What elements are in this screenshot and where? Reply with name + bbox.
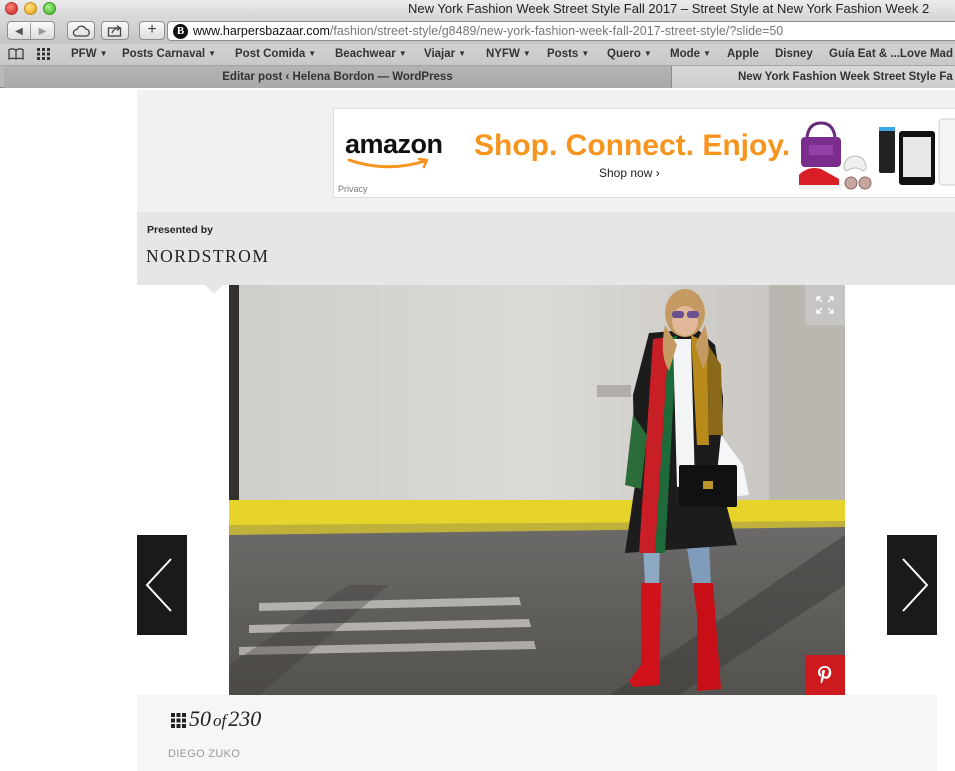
chevron-down-icon: ▼	[703, 49, 711, 58]
chevron-down-icon: ▼	[643, 49, 652, 58]
back-arrow-icon[interactable]: ◀	[8, 23, 31, 40]
chevron-down-icon: ▼	[522, 49, 531, 58]
bookmark-folder-viajar[interactable]: Viajar ▼	[424, 48, 466, 60]
ad-headline: Shop. Connect. Enjoy.	[474, 129, 791, 162]
bookmark-folder-quero[interactable]: Quero ▼	[607, 48, 652, 60]
pin-it-button[interactable]	[805, 655, 845, 695]
bookmark-folder-nyfw[interactable]: NYFW ▼	[486, 48, 531, 60]
forward-arrow-icon[interactable]: ▶	[31, 23, 54, 40]
slide-caption: 50 of230 DIEGO ZUKO	[137, 695, 937, 771]
presented-by-banner: Presented by NORDSTROM	[137, 212, 955, 294]
site-favicon: B	[173, 24, 188, 39]
zoom-window-button[interactable]	[43, 2, 56, 15]
chevron-down-icon: ▼	[308, 49, 317, 58]
tab-bar: Editar post ‹ Helena Bordon — WordPress …	[0, 66, 955, 88]
bookmark-label: Mode	[670, 48, 701, 60]
amazon-banner-ad[interactable]: amazon Privacy Shop. Connect. Enjoy. Sho…	[333, 108, 955, 198]
bookmark-folder-post-comida[interactable]: Post Comida ▼	[235, 48, 316, 60]
slide-photo[interactable]	[229, 285, 845, 695]
bookmark-label: Quero	[607, 48, 641, 60]
chevron-left-icon	[145, 558, 172, 612]
bookmark-folder-posts[interactable]: Posts ▼	[547, 48, 589, 60]
banner-notch	[205, 285, 223, 294]
slide-counter: 50 of230	[189, 706, 261, 732]
cloud-icon	[72, 25, 90, 37]
back-forward-group: ◀ ▶	[7, 21, 55, 40]
chevron-down-icon: ▼	[581, 49, 590, 58]
bookmark-label: Viajar	[424, 48, 456, 60]
bookmark-guia-eat-love-mad[interactable]: Guía Eat & ...Love Mad	[829, 48, 953, 60]
chevron-down-icon: ▼	[208, 49, 217, 58]
reading-list-icon[interactable]	[8, 48, 24, 63]
minimize-window-button[interactable]	[24, 2, 37, 15]
bookmark-label: PFW	[71, 48, 97, 60]
share-icon	[107, 25, 122, 37]
sponsor-logo[interactable]: NORDSTROM	[146, 246, 269, 267]
bookmarks-bar: PFW ▼ Posts Carnaval ▼ Post Comida ▼ Beachw…	[0, 44, 955, 66]
bookmark-label: Post Comida	[235, 48, 306, 60]
url-text[interactable]: www.harpersbazaar.com/fashion/street-sty…	[193, 24, 783, 38]
url-domain: www.harpersbazaar.com	[193, 24, 330, 38]
bookmark-apple[interactable]: Apple	[727, 48, 759, 60]
tab-harpers-bazaar[interactable]: New York Fashion Week Street Style Fa	[672, 66, 955, 88]
ad-shop-now-link[interactable]: Shop now ›	[599, 166, 660, 180]
bookmark-folder-mode[interactable]: Mode ▼	[670, 48, 711, 60]
chevron-down-icon: ▼	[458, 49, 467, 58]
address-bar[interactable]: B www.harpersbazaar.com/fashion/street-s…	[167, 21, 955, 41]
ad-privacy-link[interactable]: Privacy	[338, 184, 368, 194]
tab-wordpress-editor[interactable]: Editar post ‹ Helena Bordon — WordPress	[4, 66, 672, 88]
close-window-button[interactable]	[5, 2, 18, 15]
photo-credit: DIEGO ZUKO	[168, 748, 241, 760]
chevron-down-icon: ▼	[398, 49, 407, 58]
previous-slide-button[interactable]	[137, 535, 187, 635]
ad-products-image	[799, 118, 955, 190]
window-titlebar: New York Fashion Week Street Style Fall …	[0, 0, 955, 18]
slide-current: 50	[189, 706, 211, 731]
chevron-down-icon: ▼	[99, 49, 108, 58]
top-sites-grid-icon[interactable]	[37, 48, 51, 63]
bookmark-folder-posts-carnaval[interactable]: Posts Carnaval ▼	[122, 48, 216, 60]
bookmark-label: Posts	[547, 48, 579, 60]
bookmark-folder-beachwear[interactable]: Beachwear ▼	[335, 48, 407, 60]
bookmark-label: Posts Carnaval	[122, 48, 206, 60]
amazon-smile-icon	[347, 157, 429, 169]
url-path: /fashion/street-style/g8489/new-york-fas…	[329, 24, 784, 38]
amazon-logo: amazon	[345, 129, 443, 159]
bookmark-label: Beachwear	[335, 48, 396, 60]
window-title: New York Fashion Week Street Style Fall …	[408, 1, 930, 16]
bookmark-folder-pfw[interactable]: PFW ▼	[71, 48, 107, 60]
slide-total: 230	[228, 706, 262, 731]
bookmark-disney[interactable]: Disney	[775, 48, 813, 60]
share-button[interactable]	[101, 21, 129, 40]
expand-icon	[816, 296, 834, 314]
next-slide-button[interactable]	[887, 535, 937, 635]
bookmark-label: NYFW	[486, 48, 520, 60]
chevron-right-icon	[902, 558, 929, 612]
pinterest-icon	[818, 666, 832, 684]
presented-by-label: Presented by	[147, 224, 213, 236]
grid-icon[interactable]	[171, 713, 186, 728]
browser-toolbar: ◀ ▶ + B www.harpersbazaar.com/fashion/str…	[0, 18, 955, 44]
icloud-tabs-button[interactable]	[67, 21, 95, 40]
new-tab-button[interactable]: +	[139, 21, 165, 40]
fullscreen-button[interactable]	[805, 285, 845, 325]
slide-of: of	[213, 711, 227, 730]
